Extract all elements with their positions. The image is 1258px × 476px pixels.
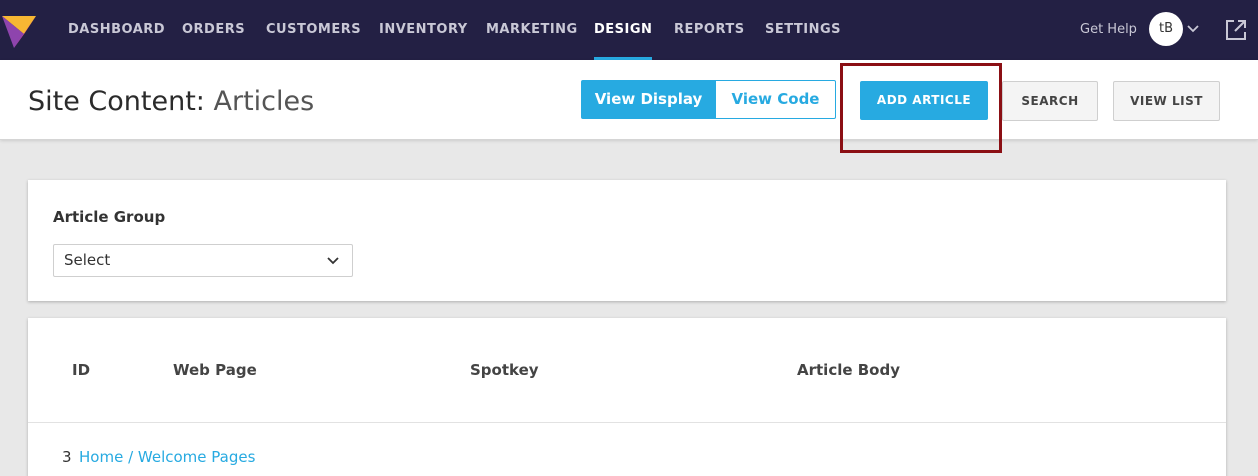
column-header-web-page[interactable]: Web Page <box>173 361 257 379</box>
nav-item-orders[interactable]: ORDERS <box>182 0 245 60</box>
avatar[interactable]: tB <box>1149 12 1183 46</box>
external-link-icon[interactable] <box>1224 18 1248 42</box>
nav-item-marketing[interactable]: MARKETING <box>486 0 578 60</box>
articles-table: ID Web Page Spotkey Article Body 3 Home … <box>28 318 1226 476</box>
nav-item-customers[interactable]: CUSTOMERS <box>266 0 361 60</box>
column-header-spotkey[interactable]: Spotkey <box>470 361 539 379</box>
top-navigation: DASHBOARD ORDERS CUSTOMERS INVENTORY MAR… <box>0 0 1258 60</box>
table-header-divider <box>28 422 1226 423</box>
row-web-page-link[interactable]: Home / Welcome Pages <box>79 448 255 466</box>
column-header-article-body[interactable]: Article Body <box>797 361 900 379</box>
article-group-label: Article Group <box>53 208 166 226</box>
add-article-button[interactable]: ADD ARTICLE <box>860 81 988 120</box>
view-code-toggle[interactable]: View Code <box>715 80 836 119</box>
logo-icon[interactable] <box>0 12 38 50</box>
get-help-link[interactable]: Get Help <box>1080 0 1137 60</box>
page-title-section: Site Content: <box>28 86 205 117</box>
search-button[interactable]: SEARCH <box>1002 81 1098 121</box>
nav-item-design[interactable]: DESIGN <box>594 0 653 60</box>
nav-item-inventory[interactable]: INVENTORY <box>379 0 468 60</box>
nav-item-reports[interactable]: REPORTS <box>674 0 745 60</box>
row-id: 3 <box>62 448 72 466</box>
column-header-id[interactable]: ID <box>72 361 90 379</box>
nav-item-settings[interactable]: SETTINGS <box>765 0 841 60</box>
page-title: Site Content: Articles <box>28 86 314 117</box>
page-title-page: Articles <box>213 86 315 117</box>
view-display-toggle[interactable]: View Display <box>581 80 716 119</box>
view-list-button[interactable]: VIEW LIST <box>1113 81 1220 121</box>
article-group-select[interactable]: Select <box>53 244 353 277</box>
article-group-select-value: Select <box>64 251 111 269</box>
article-group-filter-card: Article Group Select <box>28 180 1226 301</box>
chevron-down-icon <box>327 257 339 265</box>
nav-item-dashboard[interactable]: DASHBOARD <box>68 0 165 60</box>
page-header: Site Content: Articles View Display View… <box>0 60 1258 140</box>
chevron-down-icon[interactable] <box>1186 22 1200 36</box>
